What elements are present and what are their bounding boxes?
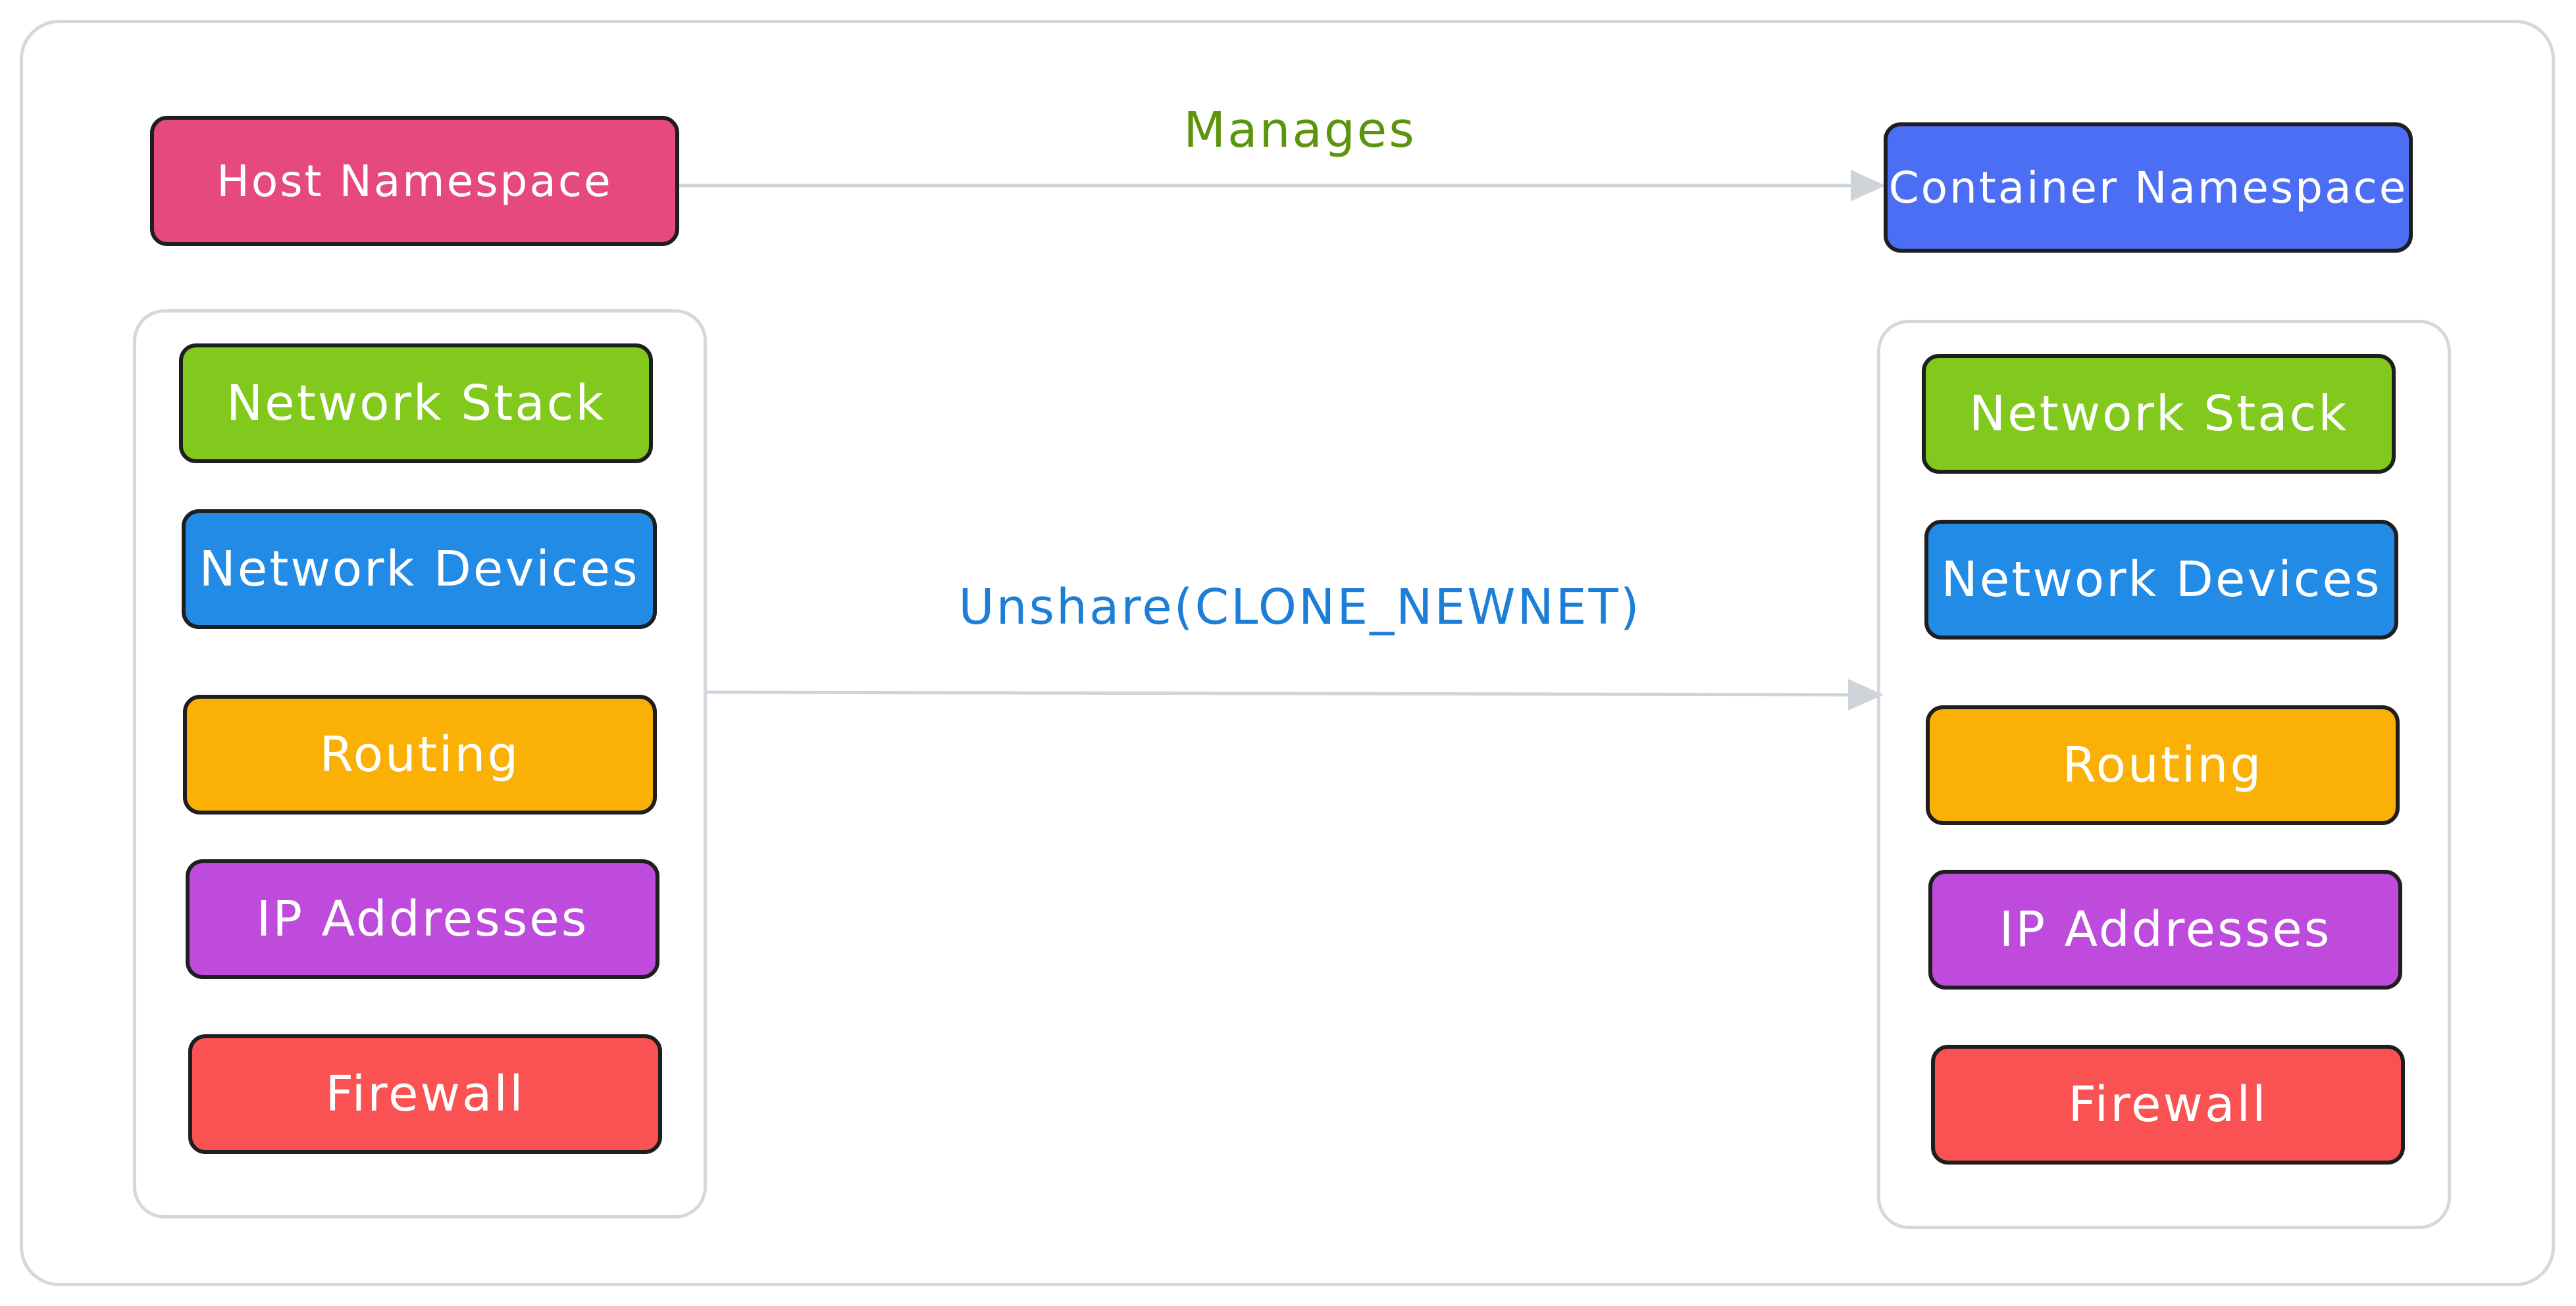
host-routing-node: Routing	[183, 695, 657, 815]
container-namespace-label: Container Namespace	[1888, 162, 2408, 213]
host-namespace-label: Host Namespace	[217, 155, 613, 207]
container-firewall-node: Firewall	[1931, 1045, 2405, 1165]
host-network-devices-node: Network Devices	[182, 509, 657, 629]
host-network-stack-label: Network Stack	[226, 375, 606, 432]
container-routing-label: Routing	[2062, 737, 2263, 793]
container-routing-node: Routing	[1926, 705, 2400, 825]
container-network-stack-label: Network Stack	[1969, 386, 2349, 442]
container-firewall-label: Firewall	[2068, 1076, 2268, 1133]
container-namespace-node: Container Namespace	[1884, 122, 2413, 253]
container-ip-addresses-label: IP Addresses	[1999, 901, 2332, 958]
host-ip-addresses-node: IP Addresses	[186, 859, 659, 979]
host-network-stack-node: Network Stack	[179, 343, 653, 463]
container-network-devices-node: Network Devices	[1924, 520, 2398, 640]
container-ip-addresses-node: IP Addresses	[1928, 870, 2402, 990]
host-routing-label: Routing	[319, 726, 521, 783]
container-network-stack-node: Network Stack	[1922, 354, 2396, 474]
manages-label: Manages	[1183, 102, 1416, 159]
container-network-devices-label: Network Devices	[1941, 551, 2382, 608]
host-namespace-node: Host Namespace	[150, 116, 679, 246]
host-ip-addresses-label: IP Addresses	[256, 891, 589, 947]
host-network-devices-label: Network Devices	[199, 541, 640, 597]
host-firewall-node: Firewall	[188, 1034, 662, 1154]
unshare-label: Unshare(CLONE_NEWNET)	[958, 579, 1641, 636]
host-firewall-label: Firewall	[325, 1066, 525, 1122]
